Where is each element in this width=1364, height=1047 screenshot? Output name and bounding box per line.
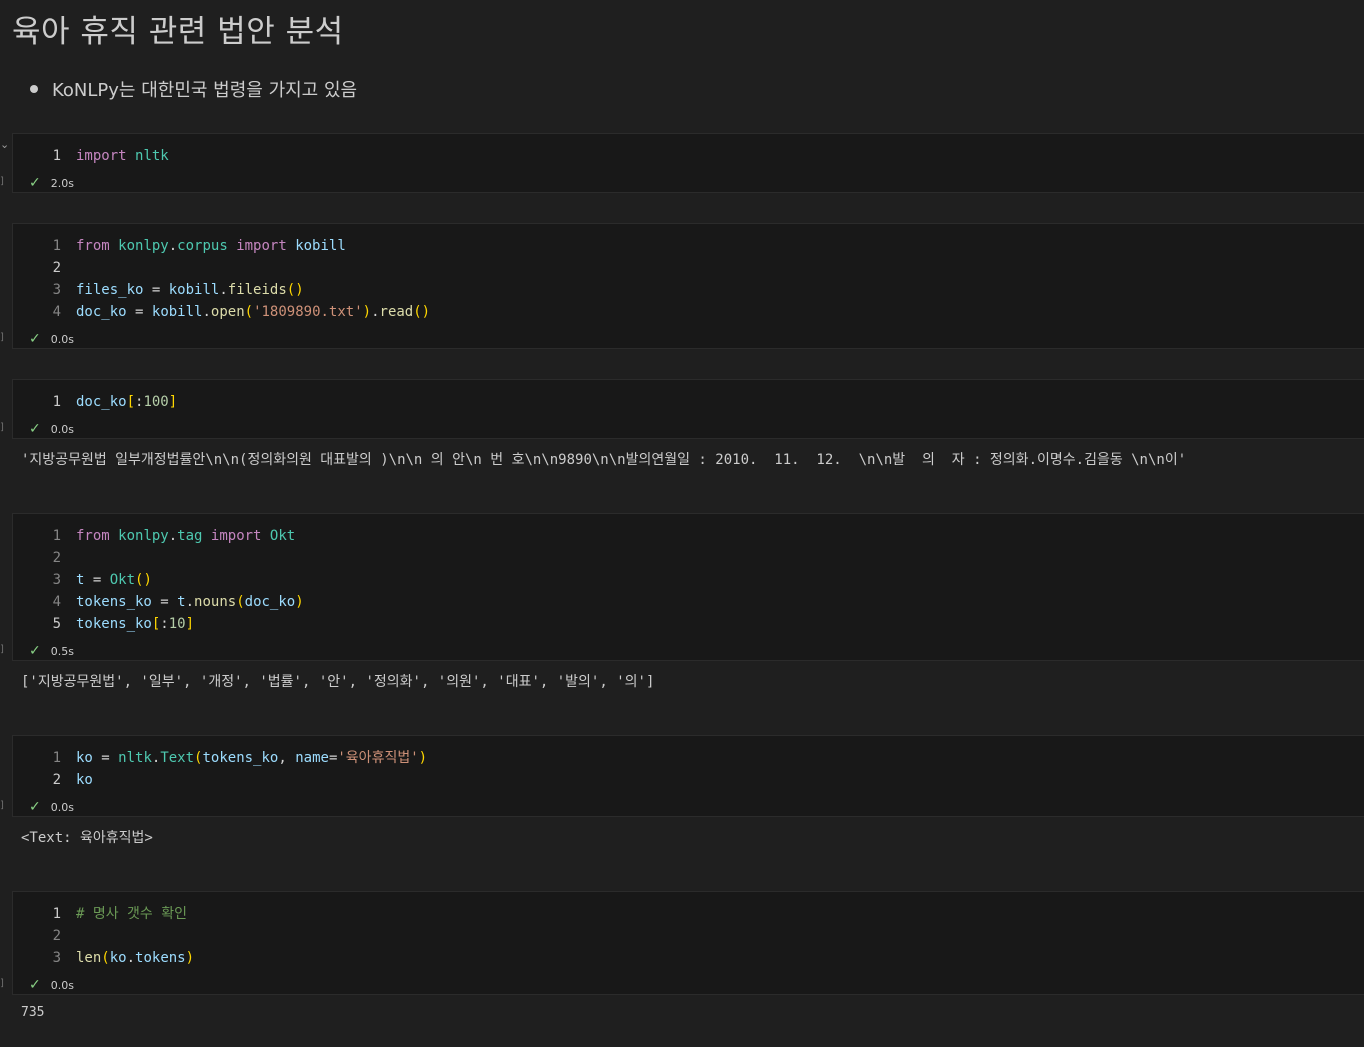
- cell-edge-marker: ]: [0, 422, 4, 433]
- cell-output: '지방공무원법 일부개정법률안\n\n(정의화의원 대표발의 )\n\n 의 안…: [21, 452, 1187, 468]
- exec-time: 0.0s: [50, 333, 74, 346]
- line-number: 1: [52, 238, 61, 254]
- code-line[interactable]: 4 tokens_ko = t.nouns(doc_ko): [13, 591, 304, 613]
- line-number: 1: [52, 394, 61, 410]
- code-cell[interactable]: 1 import nltk ✓ 2.0s: [12, 133, 1364, 193]
- code-line[interactable]: 1 from konlpy.corpus import kobill: [13, 235, 346, 257]
- markdown-bullet-item: KoNLPy는 대한민국 법령을 가지고 있음: [52, 80, 358, 101]
- cell-output: ['지방공무원법', '일부', '개정', '법률', '안', '정의화',…: [21, 674, 655, 690]
- markdown-title: 육아 휴직 관련 법안 분석: [12, 14, 344, 50]
- code-line[interactable]: 1 from konlpy.tag import Okt: [13, 525, 296, 547]
- code-line[interactable]: 2: [13, 257, 76, 279]
- check-icon: ✓: [29, 175, 41, 191]
- line-number: 3: [52, 282, 61, 298]
- code-text[interactable]: ko: [76, 769, 93, 791]
- line-number: 2: [52, 928, 61, 944]
- code-cell[interactable]: 1 from konlpy.tag import Okt 2 3 t = Okt()…: [12, 513, 1364, 661]
- code-line[interactable]: 3 len(ko.tokens): [13, 947, 194, 969]
- exec-time: 0.5s: [50, 645, 74, 658]
- line-number: 1: [52, 906, 61, 922]
- exec-time: 2.0s: [50, 177, 74, 190]
- cell-output: <Text: 육아휴직법>: [21, 830, 153, 846]
- code-text[interactable]: import nltk: [76, 145, 169, 167]
- cell-edge-marker: ]: [0, 978, 4, 989]
- cell-status: ✓ 0.0s: [29, 331, 74, 347]
- code-cell[interactable]: 1 # 명사 갯수 확인 2 3 len(ko.tokens) ✓ 0.0s: [12, 891, 1364, 995]
- code-text[interactable]: doc_ko[:100]: [76, 391, 177, 413]
- line-number: 4: [52, 594, 61, 610]
- markdown-bullet-list: KoNLPy는 대한민국 법령을 가지고 있음: [30, 76, 357, 102]
- code-line[interactable]: 1 # 명사 갯수 확인: [13, 903, 187, 925]
- bullet-dot-icon: [30, 85, 38, 93]
- line-number: 4: [52, 304, 61, 320]
- cell-edge-marker: ]: [0, 176, 4, 187]
- cell-status: ✓ 0.0s: [29, 421, 74, 437]
- code-line[interactable]: 1 doc_ko[:100]: [13, 391, 178, 413]
- code-text[interactable]: doc_ko = kobill.open('1809890.txt').read…: [76, 301, 430, 323]
- line-number: 3: [52, 572, 61, 588]
- cell-edge-marker: ]: [0, 332, 4, 343]
- cell-edge-marker: ]: [0, 644, 4, 655]
- code-line[interactable]: 2 ko: [13, 769, 93, 791]
- code-line[interactable]: 3 files_ko = kobill.fileids(): [13, 279, 304, 301]
- cell-output: 735: [21, 1005, 45, 1020]
- line-number: 3: [52, 950, 61, 966]
- chevron-down-icon[interactable]: ⌄: [0, 138, 9, 151]
- check-icon: ✓: [29, 799, 41, 815]
- check-icon: ✓: [29, 421, 41, 437]
- code-text[interactable]: len(ko.tokens): [76, 947, 194, 969]
- code-line[interactable]: 1 ko = nltk.Text(tokens_ko, name='육아휴직법'): [13, 747, 428, 769]
- code-cell[interactable]: 1 doc_ko[:100] ✓ 0.0s: [12, 379, 1364, 439]
- code-text[interactable]: from konlpy.corpus import kobill: [76, 235, 346, 257]
- code-line[interactable]: 3 t = Okt(): [13, 569, 152, 591]
- code-text[interactable]: t = Okt(): [76, 569, 152, 591]
- exec-time: 0.0s: [50, 979, 74, 992]
- line-number: 1: [52, 148, 61, 164]
- code-cell[interactable]: 1 from konlpy.corpus import kobill 2 3 fil…: [12, 223, 1364, 349]
- cell-edge-marker: ]: [0, 800, 4, 811]
- code-text[interactable]: from konlpy.tag import Okt: [76, 525, 295, 547]
- check-icon: ✓: [29, 331, 41, 347]
- check-icon: ✓: [29, 643, 41, 659]
- line-number: 2: [52, 550, 61, 566]
- code-line[interactable]: 4 doc_ko = kobill.open('1809890.txt').rea…: [13, 301, 431, 323]
- code-line[interactable]: 1 import nltk: [13, 145, 169, 167]
- code-cell[interactable]: 1 ko = nltk.Text(tokens_ko, name='육아휴직법')…: [12, 735, 1364, 817]
- line-number: 2: [52, 772, 61, 788]
- exec-time: 0.0s: [50, 423, 74, 436]
- cell-status: ✓ 0.5s: [29, 643, 74, 659]
- code-text[interactable]: tokens_ko = t.nouns(doc_ko): [76, 591, 304, 613]
- line-number: 2: [52, 260, 61, 276]
- code-line[interactable]: 2: [13, 925, 76, 947]
- line-number: 1: [52, 528, 61, 544]
- exec-time: 0.0s: [50, 801, 74, 814]
- code-line[interactable]: 5 tokens_ko[:10]: [13, 613, 194, 635]
- line-number: 5: [52, 616, 61, 632]
- cell-status: ✓ 0.0s: [29, 799, 74, 815]
- line-number: 1: [52, 750, 61, 766]
- code-line[interactable]: 2: [13, 547, 76, 569]
- code-text[interactable]: ko = nltk.Text(tokens_ko, name='육아휴직법'): [76, 747, 427, 769]
- cell-status: ✓ 0.0s: [29, 977, 74, 993]
- code-text[interactable]: tokens_ko[:10]: [76, 613, 194, 635]
- code-text[interactable]: files_ko = kobill.fileids(): [76, 279, 304, 301]
- check-icon: ✓: [29, 977, 41, 993]
- code-text[interactable]: # 명사 갯수 확인: [76, 903, 187, 925]
- cell-status: ✓ 2.0s: [29, 175, 74, 191]
